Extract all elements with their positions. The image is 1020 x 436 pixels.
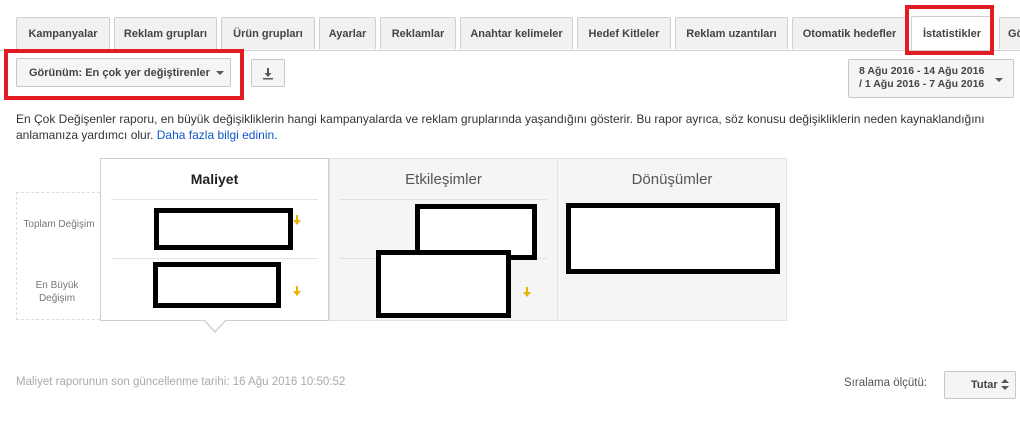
column-title: Etkileşimler — [405, 171, 482, 188]
download-icon — [263, 67, 273, 79]
tab-settings[interactable]: Ayarlar — [319, 17, 376, 49]
trend-down-icon — [523, 287, 531, 297]
last-updated-note: Maliyet raporunun son güncellenme tarihi… — [16, 376, 346, 388]
redaction-box — [153, 262, 281, 308]
tab-bar: Kampanyalar Reklam grupları Ürün gruplar… — [0, 0, 1020, 51]
row-label-biggest-change: En Büyük Değişim — [35, 280, 79, 304]
description-end: . — [274, 128, 278, 142]
tab-ad-groups[interactable]: Reklam grupları — [114, 17, 217, 49]
date-range-picker[interactable]: 8 Ağu 2016 - 14 Ağu 2016 / 1 Ağu 2016 - … — [848, 59, 1014, 98]
divider — [340, 199, 547, 200]
tab-campaigns[interactable]: Kampanyalar — [16, 17, 110, 49]
date-range-current: 8 Ağu 2016 - 14 Ağu 2016 — [859, 65, 985, 77]
report-description: En Çok Değişenler raporu, en büyük değiş… — [16, 111, 1006, 143]
divider — [111, 199, 318, 200]
row-labels: Toplam Değişim En Büyük Değişim — [16, 192, 100, 320]
tab-audiences[interactable]: Hedef Kitleler — [577, 17, 671, 49]
redaction-box — [376, 250, 511, 318]
column-title: Dönüşümler — [631, 171, 713, 188]
learn-more-link[interactable]: Daha fazla bilgi edinin — [157, 128, 274, 142]
tab-ad-extensions[interactable]: Reklam uzantıları — [675, 17, 788, 49]
tab-more[interactable]: Gö — [999, 17, 1020, 49]
tab-auto-targets[interactable]: Otomatik hedefler — [792, 17, 907, 49]
date-range-compare: / 1 Ağu 2016 - 7 Ağu 2016 — [859, 78, 985, 90]
trend-down-icon — [293, 215, 301, 225]
column-title: Maliyet — [190, 171, 239, 187]
redaction-box — [566, 203, 780, 274]
sort-label: Sıralama ölçütü: — [844, 377, 928, 389]
tab-statistics[interactable]: İstatistikler — [911, 16, 993, 50]
tab-product-groups[interactable]: Ürün grupları — [221, 17, 315, 49]
download-button[interactable] — [251, 59, 285, 87]
sort-arrows-icon — [1001, 379, 1009, 392]
divider — [111, 258, 318, 259]
active-column-pointer — [203, 319, 227, 333]
chevron-down-icon — [215, 70, 224, 75]
trend-down-icon — [293, 286, 301, 296]
row-label-total-change: Toplam Değişim — [23, 219, 95, 230]
view-dropdown-label: Görünüm: En çok yer değiştirenler — [29, 66, 210, 79]
chevron-down-icon — [995, 78, 1003, 82]
tab-keywords[interactable]: Anahtar kelimeler — [460, 17, 573, 49]
redaction-box — [154, 208, 293, 250]
sort-value: Tutar — [971, 379, 998, 391]
view-dropdown[interactable]: Görünüm: En çok yer değiştirenler — [16, 58, 231, 87]
tab-ads[interactable]: Reklamlar — [380, 17, 456, 49]
sort-select[interactable]: Tutar — [944, 371, 1016, 399]
